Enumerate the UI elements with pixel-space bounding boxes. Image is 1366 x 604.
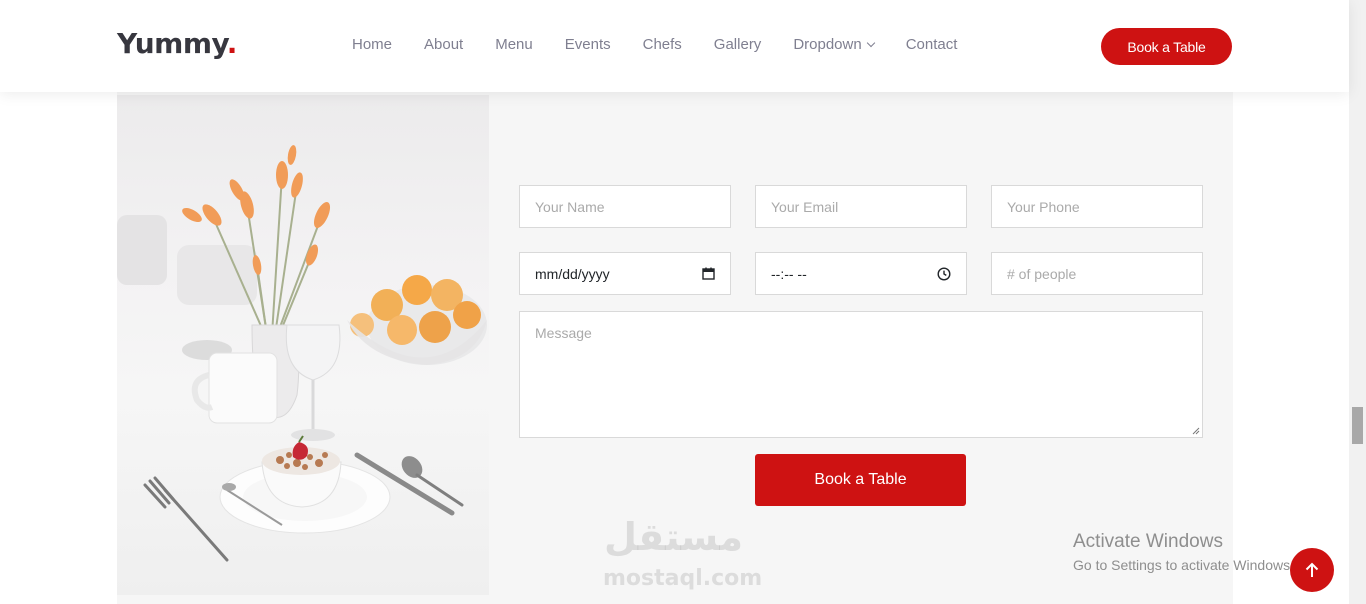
site-header: Yummy. Home About Menu Events Chefs Gall… bbox=[0, 0, 1349, 92]
date-value: mm/dd/yyyy bbox=[535, 265, 610, 282]
mostaql-watermark-logo: مستقل bbox=[604, 515, 743, 559]
nav-about[interactable]: About bbox=[408, 36, 479, 53]
nav-dropdown[interactable]: Dropdown bbox=[777, 36, 889, 53]
main-nav: Home About Menu Events Chefs Gallery Dro… bbox=[336, 36, 973, 53]
message-placeholder: Message bbox=[535, 325, 592, 341]
activate-windows-subtitle: Go to Settings to activate Windows. bbox=[1073, 557, 1294, 573]
nav-gallery[interactable]: Gallery bbox=[698, 36, 778, 53]
arrow-up-icon bbox=[1305, 562, 1319, 577]
nav-chefs[interactable]: Chefs bbox=[627, 36, 698, 53]
clock-icon[interactable] bbox=[937, 266, 951, 281]
date-field[interactable]: mm/dd/yyyy bbox=[519, 252, 731, 295]
phone-field[interactable]: Your Phone bbox=[991, 185, 1203, 228]
activate-windows-notice: Activate Windows Go to Settings to activ… bbox=[1073, 531, 1294, 573]
nav-contact[interactable]: Contact bbox=[890, 36, 974, 53]
brand-logo[interactable]: Yummy. bbox=[117, 27, 237, 60]
nav-home[interactable]: Home bbox=[336, 36, 408, 53]
table-setting-illustration bbox=[117, 145, 487, 562]
name-field[interactable]: Your Name bbox=[519, 185, 731, 228]
chevron-down-icon bbox=[866, 38, 875, 47]
brand-name: Yummy bbox=[117, 27, 227, 60]
page-scrollbar[interactable] bbox=[1349, 0, 1366, 604]
scroll-top-button[interactable] bbox=[1290, 548, 1334, 592]
scrollbar-thumb[interactable] bbox=[1352, 407, 1363, 444]
nav-dropdown-label: Dropdown bbox=[793, 36, 862, 53]
email-field[interactable]: Your Email bbox=[755, 185, 967, 228]
time-value: --:-- -- bbox=[771, 265, 807, 282]
calendar-icon[interactable] bbox=[702, 267, 715, 280]
message-textarea[interactable]: Message bbox=[519, 311, 1203, 438]
nav-menu[interactable]: Menu bbox=[479, 36, 549, 53]
nav-events[interactable]: Events bbox=[549, 36, 627, 53]
resize-handle-icon[interactable] bbox=[1192, 427, 1200, 435]
restaurant-table-photo bbox=[117, 95, 489, 595]
people-field[interactable]: # of people bbox=[991, 252, 1203, 295]
time-field[interactable]: --:-- -- bbox=[755, 252, 967, 295]
book-table-submit-button[interactable]: Book a Table bbox=[755, 454, 966, 506]
header-book-table-button[interactable]: Book a Table bbox=[1101, 28, 1232, 65]
activate-windows-title: Activate Windows bbox=[1073, 531, 1223, 552]
brand-dot: . bbox=[226, 27, 238, 60]
mostaql-watermark-url: mostaql.com bbox=[603, 566, 763, 591]
